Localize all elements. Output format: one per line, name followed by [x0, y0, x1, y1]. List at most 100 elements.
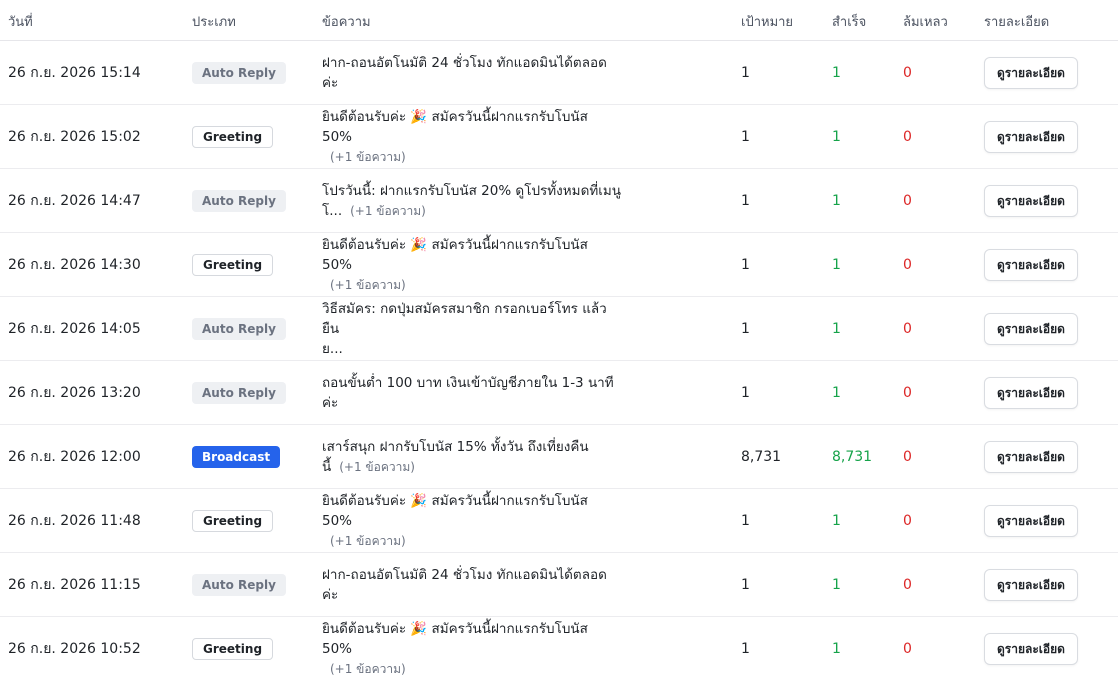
- type-badge: Auto Reply: [192, 317, 286, 340]
- row-date: 26 ก.ย. 2026 12:00: [8, 448, 141, 465]
- success-count: 1: [832, 256, 841, 273]
- success-count: 1: [832, 128, 841, 145]
- row-date: 26 ก.ย. 2026 14:30: [8, 256, 141, 273]
- header-detail: รายละเอียด: [984, 15, 1050, 30]
- message-text: ยินดีต้อนรับค่ะ 🎉 สมัครวันนี้ฝากแรกรับโบ…: [322, 491, 622, 551]
- view-detail-button[interactable]: ดูรายละเอียด: [984, 248, 1078, 281]
- message-text: ฝาก-ถอนอัตโนมัติ 24 ชั่วโมง ทักแอดมินได้…: [322, 53, 622, 93]
- message-line-1: ยินดีต้อนรับค่ะ 🎉 สมัครวันนี้ฝากแรกรับโบ…: [322, 108, 588, 145]
- table-row: 26 ก.ย. 2026 12:00 Broadcast เสาร์สนุก ฝาก…: [0, 425, 1118, 489]
- message-more-count: (+1 ข้อความ): [339, 459, 415, 474]
- table-row: 26 ก.ย. 2026 14:05 Auto Reply วิธีสมัคร: ก…: [0, 297, 1118, 361]
- type-badge: Greeting: [192, 125, 274, 148]
- table-row: 26 ก.ย. 2026 15:02 Greeting ยินดีต้อนรับค่…: [0, 105, 1118, 169]
- message-line-2: โ...: [322, 202, 343, 219]
- row-date: 26 ก.ย. 2026 15:14: [8, 64, 141, 81]
- type-badge: Auto Reply: [192, 573, 286, 596]
- table-row: 26 ก.ย. 2026 13:20 Auto Reply ถอนขั้นต่ำ 1…: [0, 361, 1118, 425]
- message-line-1: ยินดีต้อนรับค่ะ 🎉 สมัครวันนี้ฝากแรกรับโบ…: [322, 236, 588, 273]
- type-badge: Greeting: [192, 509, 274, 532]
- type-badge: Auto Reply: [192, 381, 286, 404]
- failed-count: 0: [903, 448, 912, 465]
- view-detail-button[interactable]: ดูรายละเอียด: [984, 312, 1078, 345]
- failed-count: 0: [903, 192, 912, 209]
- message-more-count: (+1 ข้อความ): [330, 661, 406, 676]
- message-line-1: ฝาก-ถอนอัตโนมัติ 24 ชั่วโมง ทักแอดมินได้…: [322, 566, 607, 603]
- success-count: 1: [832, 576, 841, 593]
- message-line-1: ฝาก-ถอนอัตโนมัติ 24 ชั่วโมง ทักแอดมินได้…: [322, 54, 607, 91]
- view-detail-button[interactable]: ดูรายละเอียด: [984, 440, 1078, 473]
- success-count: 8,731: [832, 448, 873, 465]
- table-row: 26 ก.ย. 2026 15:14 Auto Reply ฝาก-ถอนอัตโน…: [0, 41, 1118, 105]
- message-text: โปรวันนี้: ฝากแรกรับโบนัส 20% ดูโปรทั้งห…: [322, 181, 621, 221]
- table-header: วันที่ ประเภท ข้อความ เป้าหมาย สำเร็จ ล้…: [0, 0, 1118, 41]
- target-count: 1: [741, 64, 750, 81]
- success-count: 1: [832, 192, 841, 209]
- view-detail-button[interactable]: ดูรายละเอียด: [984, 504, 1078, 537]
- view-detail-button[interactable]: ดูรายละเอียด: [984, 184, 1078, 217]
- message-text: ฝาก-ถอนอัตโนมัติ 24 ชั่วโมง ทักแอดมินได้…: [322, 565, 622, 605]
- view-detail-button[interactable]: ดูรายละเอียด: [984, 56, 1078, 89]
- header-success: สำเร็จ: [832, 15, 867, 30]
- success-count: 1: [832, 512, 841, 529]
- row-date: 26 ก.ย. 2026 15:02: [8, 128, 141, 145]
- message-line-1: ถอนขั้นต่ำ 100 บาท เงินเข้าบัญชีภายใน 1-…: [322, 374, 614, 411]
- header-target: เป้าหมาย: [741, 15, 794, 30]
- view-detail-button[interactable]: ดูรายละเอียด: [984, 632, 1078, 665]
- table-row: 26 ก.ย. 2026 14:30 Greeting ยินดีต้อนรับค่…: [0, 233, 1118, 297]
- table-row: 26 ก.ย. 2026 11:15 Auto Reply ฝาก-ถอนอัตโน…: [0, 553, 1118, 617]
- target-count: 1: [741, 256, 750, 273]
- row-date: 26 ก.ย. 2026 14:47: [8, 192, 141, 209]
- failed-count: 0: [903, 512, 912, 529]
- success-count: 1: [832, 320, 841, 337]
- message-text: ยินดีต้อนรับค่ะ 🎉 สมัครวันนี้ฝากแรกรับโบ…: [322, 107, 622, 167]
- target-count: 8,731: [741, 448, 782, 465]
- table-row: 26 ก.ย. 2026 10:52 Greeting ยินดีต้อนรับค่…: [0, 617, 1118, 680]
- view-detail-button[interactable]: ดูรายละเอียด: [984, 120, 1078, 153]
- failed-count: 0: [903, 384, 912, 401]
- row-date: 26 ก.ย. 2026 13:20: [8, 384, 141, 401]
- row-date: 26 ก.ย. 2026 14:05: [8, 320, 141, 337]
- message-more-count: (+1 ข้อความ): [330, 533, 406, 548]
- success-count: 1: [832, 64, 841, 81]
- message-more-count: (+1 ข้อความ): [350, 203, 426, 218]
- header-type: ประเภท: [192, 15, 236, 30]
- type-badge: Greeting: [192, 637, 274, 660]
- failed-count: 0: [903, 640, 912, 657]
- broadcast-log-table: วันที่ ประเภท ข้อความ เป้าหมาย สำเร็จ ล้…: [0, 0, 1118, 680]
- view-detail-button[interactable]: ดูรายละเอียด: [984, 376, 1078, 409]
- failed-count: 0: [903, 320, 912, 337]
- success-count: 1: [832, 640, 841, 657]
- message-line-1: ยินดีต้อนรับค่ะ 🎉 สมัครวันนี้ฝากแรกรับโบ…: [322, 492, 588, 529]
- type-badge: Greeting: [192, 253, 274, 276]
- failed-count: 0: [903, 128, 912, 145]
- message-more-count: (+1 ข้อความ): [330, 277, 406, 292]
- target-count: 1: [741, 512, 750, 529]
- message-text: วิธีสมัคร: กดปุ่มสมัครสมาชิก กรอกเบอร์โท…: [322, 299, 622, 359]
- header-failed: ล้มเหลว: [903, 15, 948, 30]
- type-badge: Auto Reply: [192, 189, 286, 212]
- view-detail-button[interactable]: ดูรายละเอียด: [984, 568, 1078, 601]
- target-count: 1: [741, 384, 750, 401]
- table-row: 26 ก.ย. 2026 14:47 Auto Reply โปรวันนี้: ฝ…: [0, 169, 1118, 233]
- table-row: 26 ก.ย. 2026 11:48 Greeting ยินดีต้อนรับค่…: [0, 489, 1118, 553]
- header-message: ข้อความ: [322, 15, 371, 30]
- header-date: วันที่: [8, 15, 33, 30]
- row-date: 26 ก.ย. 2026 10:52: [8, 640, 141, 657]
- failed-count: 0: [903, 64, 912, 81]
- failed-count: 0: [903, 256, 912, 273]
- message-more-count: (+1 ข้อความ): [330, 149, 406, 164]
- message-line-1: ยินดีต้อนรับค่ะ 🎉 สมัครวันนี้ฝากแรกรับโบ…: [322, 620, 588, 657]
- target-count: 1: [741, 128, 750, 145]
- row-date: 26 ก.ย. 2026 11:15: [8, 576, 141, 593]
- type-badge: Broadcast: [192, 445, 281, 468]
- failed-count: 0: [903, 576, 912, 593]
- row-date: 26 ก.ย. 2026 11:48: [8, 512, 141, 529]
- message-text: เสาร์สนุก ฝากรับโบนัส 15% ทั้งวัน ถึงเที…: [322, 437, 622, 477]
- target-count: 1: [741, 640, 750, 657]
- message-text: ยินดีต้อนรับค่ะ 🎉 สมัครวันนี้ฝากแรกรับโบ…: [322, 619, 622, 679]
- type-badge: Auto Reply: [192, 61, 286, 84]
- success-count: 1: [832, 384, 841, 401]
- target-count: 1: [741, 576, 750, 593]
- target-count: 1: [741, 320, 750, 337]
